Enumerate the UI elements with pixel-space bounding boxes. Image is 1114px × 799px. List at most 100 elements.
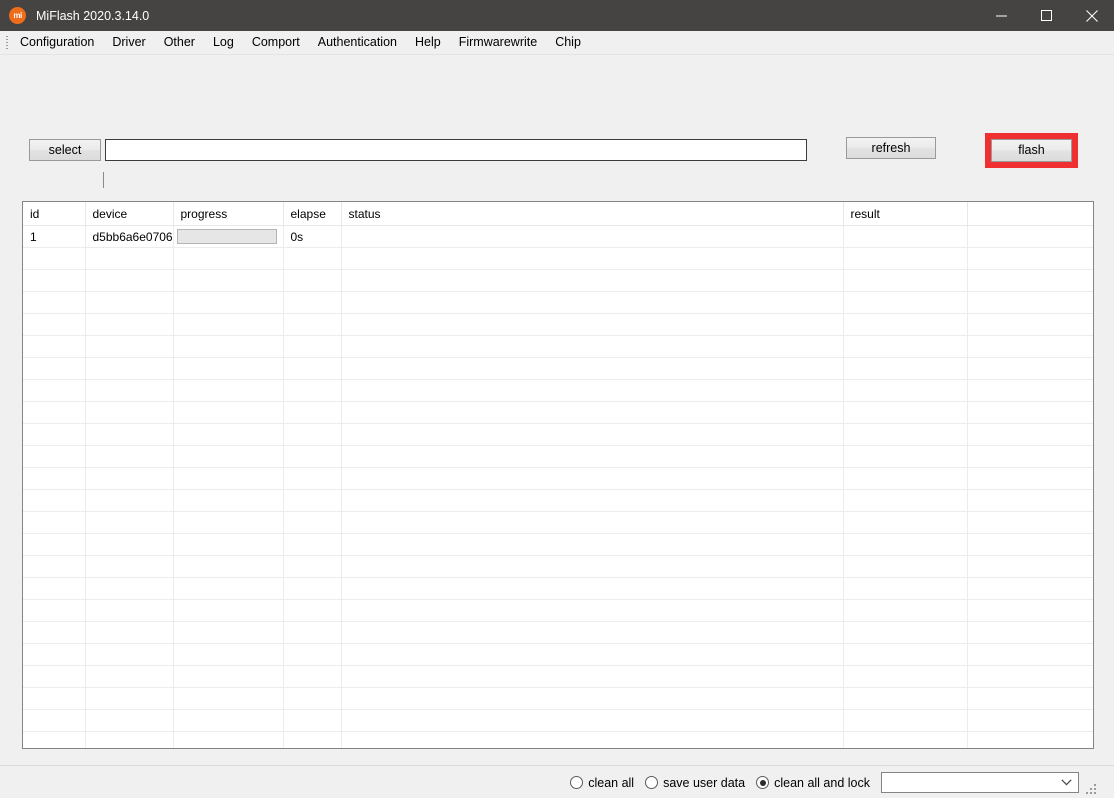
- menu-item-chip[interactable]: Chip: [546, 32, 590, 53]
- cell-result[interactable]: [843, 445, 968, 468]
- cell-progress[interactable]: [173, 621, 284, 644]
- cell-extra[interactable]: [967, 313, 1093, 336]
- firmware-path-input[interactable]: [105, 139, 807, 161]
- cell-device[interactable]: [85, 687, 174, 710]
- cell-status[interactable]: [341, 577, 844, 600]
- cell-status[interactable]: [341, 489, 844, 512]
- cell-device[interactable]: [85, 599, 174, 622]
- menu-item-driver[interactable]: Driver: [103, 32, 154, 53]
- cell-status[interactable]: [341, 445, 844, 468]
- cell-extra[interactable]: [967, 423, 1093, 446]
- cell-id[interactable]: [23, 555, 86, 578]
- cell-progress[interactable]: [173, 709, 284, 732]
- cell-id[interactable]: [23, 599, 86, 622]
- cell-progress[interactable]: [173, 335, 284, 358]
- cell-device[interactable]: [85, 357, 174, 380]
- cell-extra[interactable]: [967, 555, 1093, 578]
- cell-id[interactable]: [23, 643, 86, 666]
- cell-progress[interactable]: [173, 401, 284, 424]
- cell-result[interactable]: [843, 357, 968, 380]
- cell-status[interactable]: [341, 357, 844, 380]
- cell-progress[interactable]: [173, 511, 284, 534]
- cell-result[interactable]: [843, 313, 968, 336]
- cell-device[interactable]: [85, 335, 174, 358]
- cell-progress[interactable]: [173, 247, 284, 270]
- cell-device[interactable]: [85, 555, 174, 578]
- cell-device[interactable]: [85, 247, 174, 270]
- cell-result[interactable]: [843, 709, 968, 732]
- cell-id[interactable]: [23, 357, 86, 380]
- table-row-empty[interactable]: [23, 379, 1093, 402]
- cell-result[interactable]: [843, 511, 968, 534]
- minimize-icon[interactable]: [979, 0, 1024, 31]
- cell-device[interactable]: [85, 313, 174, 336]
- flash-button[interactable]: flash: [991, 139, 1072, 162]
- cell-extra[interactable]: [967, 489, 1093, 512]
- table-row-empty[interactable]: [23, 555, 1093, 578]
- cell-progress[interactable]: [173, 599, 284, 622]
- cell-progress[interactable]: [173, 687, 284, 710]
- cell-device[interactable]: [85, 269, 174, 292]
- cell-id[interactable]: [23, 621, 86, 644]
- cell-result[interactable]: [843, 621, 968, 644]
- cell-id[interactable]: [23, 577, 86, 600]
- cell-progress[interactable]: [173, 225, 284, 248]
- cell-status[interactable]: [341, 687, 844, 710]
- cell-elapse[interactable]: [283, 467, 342, 490]
- cell-device[interactable]: [85, 489, 174, 512]
- cell-elapse[interactable]: [283, 335, 342, 358]
- cell-status[interactable]: [341, 269, 844, 292]
- cell-extra[interactable]: [967, 379, 1093, 402]
- cell-progress[interactable]: [173, 555, 284, 578]
- menu-item-log[interactable]: Log: [204, 32, 243, 53]
- cell-status[interactable]: [341, 643, 844, 666]
- cell-status[interactable]: [341, 599, 844, 622]
- cell-extra[interactable]: [967, 225, 1093, 248]
- cell-elapse[interactable]: [283, 731, 342, 748]
- cell-id[interactable]: [23, 467, 86, 490]
- table-row-empty[interactable]: [23, 687, 1093, 710]
- cell-elapse[interactable]: [283, 665, 342, 688]
- column-header-device[interactable]: device: [85, 202, 174, 226]
- cell-progress[interactable]: [173, 357, 284, 380]
- table-row-empty[interactable]: [23, 621, 1093, 644]
- table-row-empty[interactable]: [23, 665, 1093, 688]
- cell-id[interactable]: [23, 687, 86, 710]
- cell-status[interactable]: [341, 511, 844, 534]
- select-button[interactable]: select: [29, 139, 101, 161]
- cell-device[interactable]: [85, 291, 174, 314]
- cell-id[interactable]: [23, 379, 86, 402]
- cell-elapse[interactable]: [283, 269, 342, 292]
- cell-result[interactable]: [843, 577, 968, 600]
- cell-id[interactable]: [23, 445, 86, 468]
- cell-result[interactable]: [843, 665, 968, 688]
- cell-id[interactable]: [23, 731, 86, 748]
- cell-elapse[interactable]: [283, 643, 342, 666]
- cell-progress[interactable]: [173, 379, 284, 402]
- cell-result[interactable]: [843, 555, 968, 578]
- cell-progress[interactable]: [173, 665, 284, 688]
- cell-elapse[interactable]: [283, 313, 342, 336]
- cell-device[interactable]: [85, 665, 174, 688]
- column-header-id[interactable]: id: [23, 202, 86, 226]
- cell-progress[interactable]: [173, 291, 284, 314]
- table-row-empty[interactable]: [23, 731, 1093, 748]
- cell-result[interactable]: [843, 269, 968, 292]
- menu-item-authentication[interactable]: Authentication: [309, 32, 406, 53]
- table-row-empty[interactable]: [23, 467, 1093, 490]
- cell-elapse[interactable]: [283, 489, 342, 512]
- menu-item-other[interactable]: Other: [155, 32, 204, 53]
- table-row-empty[interactable]: [23, 577, 1093, 600]
- cell-id[interactable]: [23, 423, 86, 446]
- column-header-extra[interactable]: [967, 202, 1093, 226]
- table-row-empty[interactable]: [23, 247, 1093, 270]
- cell-progress[interactable]: [173, 489, 284, 512]
- cell-elapse[interactable]: [283, 401, 342, 424]
- cell-extra[interactable]: [967, 599, 1093, 622]
- cell-elapse[interactable]: [283, 599, 342, 622]
- table-row-empty[interactable]: [23, 357, 1093, 380]
- refresh-button[interactable]: refresh: [846, 137, 936, 159]
- cell-id[interactable]: [23, 335, 86, 358]
- cell-progress[interactable]: [173, 577, 284, 600]
- table-row-empty[interactable]: [23, 313, 1093, 336]
